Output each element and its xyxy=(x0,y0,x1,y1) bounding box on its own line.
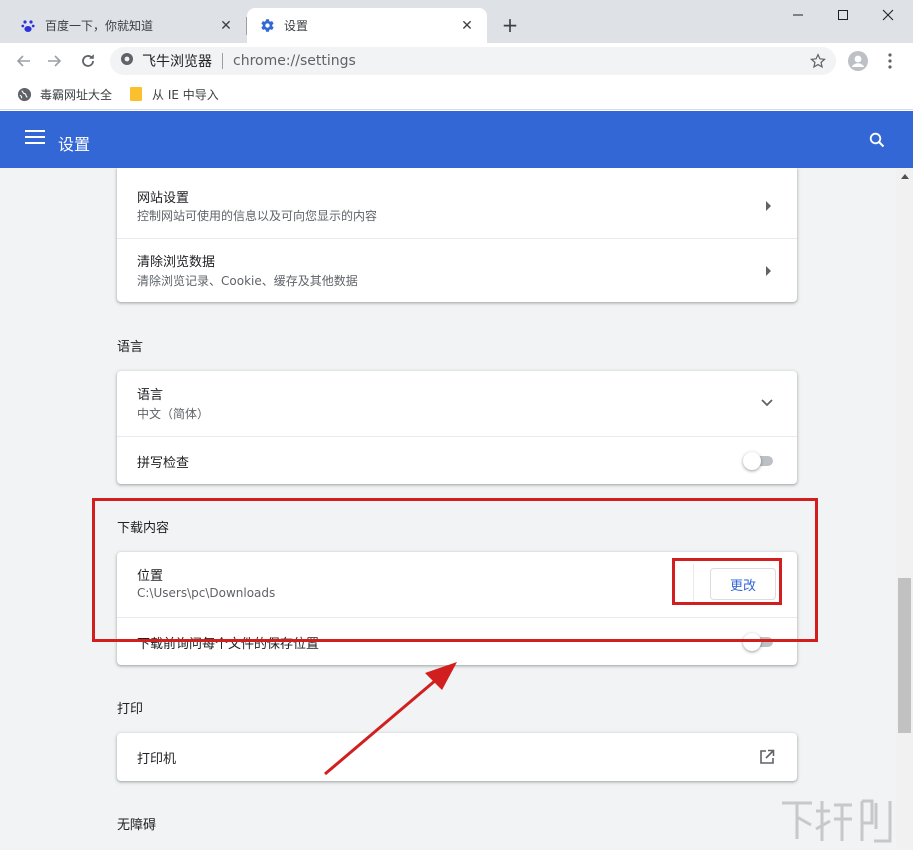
scrollbar[interactable] xyxy=(896,168,913,850)
row-title: 拼写检查 xyxy=(137,456,190,471)
row-title: 语言 xyxy=(137,388,164,403)
bookmark-label: 从 IE 中导入 xyxy=(152,87,219,102)
bookmark-ie-import[interactable]: 从 IE 中导入 xyxy=(128,84,219,104)
annotation-box-change-button xyxy=(672,558,782,605)
globe-icon xyxy=(16,86,32,102)
scrollbar-thumb[interactable] xyxy=(898,578,911,733)
close-icon[interactable]: ✕ xyxy=(218,18,234,34)
site-settings-row[interactable]: 网站设置 控制网站可使用的信息以及可向您显示的内容 xyxy=(117,168,797,238)
bookmark-label: 毒霸网址大全 xyxy=(40,87,113,102)
tab-settings[interactable]: 设置 ✕ xyxy=(247,8,487,43)
arrow-right-icon xyxy=(766,201,771,211)
minimize-button[interactable] xyxy=(775,4,821,26)
arrow-right-icon xyxy=(766,266,771,276)
tab-baidu[interactable]: 百度一下，你就知道 ✕ xyxy=(8,8,246,43)
open-external-icon[interactable] xyxy=(757,747,777,767)
row-subtitle: 中文（简体） xyxy=(137,407,210,421)
avatar[interactable] xyxy=(846,49,870,73)
page-title: 设置 xyxy=(58,135,91,154)
bookmarks-bar: 毒霸网址大全 从 IE 中导入 xyxy=(0,79,913,110)
language-row[interactable]: 语言 中文（简体） xyxy=(117,371,797,436)
row-title: 网站设置 xyxy=(137,191,190,206)
section-title-print: 打印 xyxy=(117,702,144,717)
browser-toolbar: 飞牛浏览器 chrome://settings xyxy=(0,43,913,79)
close-window-button[interactable] xyxy=(865,4,911,26)
url-text: chrome://settings xyxy=(233,53,356,69)
language-card: 语言 中文（简体） 拼写检查 xyxy=(117,371,797,484)
watermark-logo xyxy=(782,799,892,843)
section-title-accessibility: 无障碍 xyxy=(117,818,157,833)
tab-title: 百度一下，你就知道 xyxy=(45,19,154,33)
site-info-icon[interactable] xyxy=(120,52,134,70)
back-arrow-icon[interactable] xyxy=(11,49,35,73)
tab-title: 设置 xyxy=(284,19,309,33)
privacy-card: 网站设置 控制网站可使用的信息以及可向您显示的内容 清除浏览数据 清除浏览记录、… xyxy=(117,168,797,302)
spellcheck-row[interactable]: 拼写检查 xyxy=(117,436,797,484)
new-tab-button[interactable]: + xyxy=(499,13,521,37)
star-icon[interactable] xyxy=(808,51,828,71)
toggle-knob xyxy=(743,452,761,470)
forward-arrow-icon[interactable] xyxy=(43,49,67,73)
folder-icon xyxy=(128,86,144,102)
section-title-language: 语言 xyxy=(117,340,144,355)
clear-data-row[interactable]: 清除浏览数据 清除浏览记录、Cookie、缓存及其他数据 xyxy=(117,238,797,302)
row-subtitle: 清除浏览记录、Cookie、缓存及其他数据 xyxy=(137,274,358,288)
chevron-down-icon[interactable] xyxy=(759,395,775,411)
spellcheck-toggle[interactable] xyxy=(743,451,773,471)
bookmark-duba[interactable]: 毒霸网址大全 xyxy=(16,84,112,104)
menu-dots-icon[interactable] xyxy=(878,49,902,73)
gear-icon xyxy=(259,18,275,34)
close-icon[interactable]: ✕ xyxy=(459,18,475,34)
site-name: 飞牛浏览器 xyxy=(142,54,212,70)
baidu-paw-icon xyxy=(20,18,36,34)
row-title: 打印机 xyxy=(137,752,177,767)
tab-strip: 百度一下，你就知道 ✕ 设置 ✕ + xyxy=(0,0,913,43)
menu-icon[interactable] xyxy=(25,130,45,148)
row-title: 清除浏览数据 xyxy=(137,255,216,270)
search-icon[interactable] xyxy=(866,129,888,151)
reload-icon[interactable] xyxy=(76,49,100,73)
print-card: 打印机 xyxy=(117,733,797,781)
settings-header: 设置 xyxy=(0,111,913,168)
address-bar[interactable]: 飞牛浏览器 chrome://settings xyxy=(110,47,836,75)
row-subtitle: 控制网站可使用的信息以及可向您显示的内容 xyxy=(137,209,378,223)
omnibox-divider xyxy=(222,53,223,69)
printer-row[interactable]: 打印机 xyxy=(117,733,797,781)
scroll-up-arrow-icon[interactable] xyxy=(896,168,913,185)
maximize-button[interactable] xyxy=(820,4,866,26)
